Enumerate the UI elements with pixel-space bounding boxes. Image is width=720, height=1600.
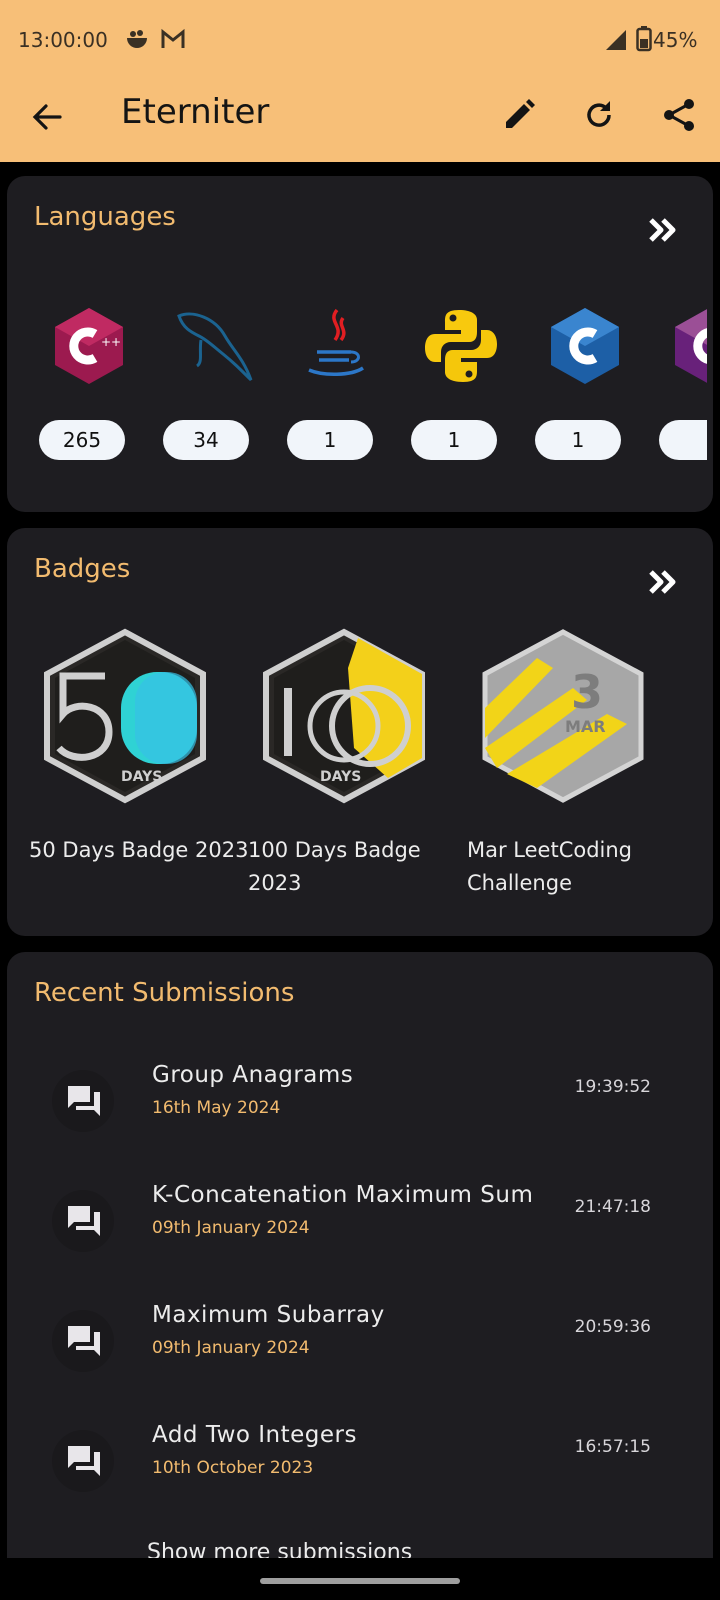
status-bar: 13:00:00 45% bbox=[0, 0, 720, 86]
chat-bubbles-icon bbox=[68, 1326, 100, 1356]
svg-text:++: ++ bbox=[101, 335, 121, 349]
languages-title: Languages bbox=[34, 202, 176, 232]
home-gesture-handle[interactable] bbox=[260, 1578, 460, 1584]
refresh-icon[interactable] bbox=[582, 98, 616, 132]
language-count-pill: 1 bbox=[411, 420, 497, 460]
badge-mar-label: MAR bbox=[565, 717, 606, 736]
python-logo-icon bbox=[425, 310, 497, 382]
submission-time: 20:59:36 bbox=[574, 1317, 651, 1337]
badges-card: Badges DAYS 50 Days Badge 2023 DAYS 100 … bbox=[7, 528, 713, 936]
badge-days-label: DAYS bbox=[320, 769, 361, 785]
submission-row[interactable]: K-Concatenation Maximum Sum 09th January… bbox=[7, 1182, 713, 1290]
chat-bubbles-icon bbox=[68, 1446, 100, 1476]
share-icon[interactable] bbox=[662, 98, 696, 132]
languages-card: Languages ++ 265 34 1 1 1 bbox=[7, 176, 713, 512]
language-count-pill: 1 bbox=[535, 420, 621, 460]
gmail-icon bbox=[161, 28, 185, 48]
recent-submissions-title: Recent Submissions bbox=[34, 978, 295, 1008]
badge-days-label: DAYS bbox=[121, 769, 162, 785]
submission-time: 21:47:18 bbox=[574, 1197, 651, 1217]
java-logo-icon bbox=[308, 308, 364, 376]
language-item[interactable]: 1 bbox=[411, 306, 511, 476]
language-item[interactable]: 1 bbox=[535, 306, 635, 476]
language-count-pill bbox=[659, 420, 707, 460]
submission-title: Group Anagrams bbox=[152, 1062, 354, 1088]
submission-icon-wrap bbox=[52, 1430, 114, 1492]
signal-icon bbox=[606, 30, 626, 50]
languages-list: ++ 265 34 1 1 1 bbox=[7, 306, 707, 486]
badge-mar-number: 3 bbox=[571, 665, 603, 719]
double-chevron-right-icon[interactable] bbox=[647, 566, 679, 598]
submission-date: 09th January 2024 bbox=[152, 1338, 310, 1358]
submission-title: K-Concatenation Maximum Sum bbox=[152, 1182, 534, 1208]
badges-title: Badges bbox=[34, 554, 131, 584]
submission-row[interactable]: Maximum Subarray 09th January 2024 20:59… bbox=[7, 1302, 713, 1410]
language-item[interactable]: ++ 265 bbox=[39, 306, 139, 476]
chat-bubbles-icon bbox=[68, 1086, 100, 1116]
submission-icon-wrap bbox=[52, 1310, 114, 1372]
submission-date: 16th May 2024 bbox=[152, 1098, 281, 1118]
badge-name: 100 Days Badge 2023 bbox=[248, 838, 421, 895]
csharp-logo-icon bbox=[675, 309, 707, 383]
submission-time: 19:39:52 bbox=[574, 1077, 651, 1097]
chat-bubbles-icon bbox=[68, 1206, 100, 1236]
cpp-logo-icon: ++ bbox=[55, 308, 123, 384]
submission-icon-wrap bbox=[52, 1070, 114, 1132]
mar-challenge-badge-icon: 3 MAR bbox=[482, 629, 644, 803]
battery-icon bbox=[636, 26, 652, 52]
submission-date: 10th October 2023 bbox=[152, 1458, 314, 1478]
language-item[interactable]: 34 bbox=[163, 306, 263, 476]
mysql-logo-icon bbox=[177, 312, 253, 382]
100-days-badge-icon: DAYS bbox=[263, 628, 425, 804]
50-days-badge-icon: DAYS bbox=[44, 628, 206, 804]
edit-icon[interactable] bbox=[502, 98, 536, 132]
language-count-pill: 265 bbox=[39, 420, 125, 460]
app-bar: Eterniter bbox=[0, 86, 720, 162]
top-bar: 13:00:00 45% Eterniter bbox=[0, 0, 720, 162]
language-count-pill: 34 bbox=[163, 420, 249, 460]
submission-icon-wrap bbox=[52, 1190, 114, 1252]
submission-row[interactable]: Add Two Integers 10th October 2023 16:57… bbox=[7, 1422, 713, 1530]
submission-title: Maximum Subarray bbox=[152, 1302, 385, 1328]
gesture-nav-bar bbox=[0, 1558, 720, 1600]
notification-app-icon bbox=[127, 30, 147, 48]
show-more-submissions-button[interactable]: Show more submissions bbox=[147, 1540, 412, 1558]
status-time: 13:00:00 bbox=[18, 28, 108, 52]
back-arrow-icon[interactable] bbox=[30, 100, 64, 134]
submission-title: Add Two Integers bbox=[152, 1422, 357, 1448]
language-item[interactable]: 1 bbox=[287, 306, 387, 476]
submission-date: 09th January 2024 bbox=[152, 1218, 310, 1238]
submission-row[interactable]: Group Anagrams 16th May 2024 19:39:52 bbox=[7, 1062, 713, 1170]
c-logo-icon bbox=[551, 308, 619, 384]
submission-time: 16:57:15 bbox=[574, 1437, 651, 1457]
language-count-pill: 1 bbox=[287, 420, 373, 460]
language-item[interactable] bbox=[659, 306, 707, 476]
recent-submissions-card: Recent Submissions Group Anagrams 16th M… bbox=[7, 952, 713, 1558]
badge-name: 50 Days Badge 2023 bbox=[29, 838, 249, 862]
battery-percent: 45% bbox=[653, 28, 698, 52]
page-title: Eterniter bbox=[121, 92, 270, 132]
double-chevron-right-icon[interactable] bbox=[647, 214, 679, 246]
badge-name: Mar LeetCoding Challenge bbox=[467, 838, 633, 895]
